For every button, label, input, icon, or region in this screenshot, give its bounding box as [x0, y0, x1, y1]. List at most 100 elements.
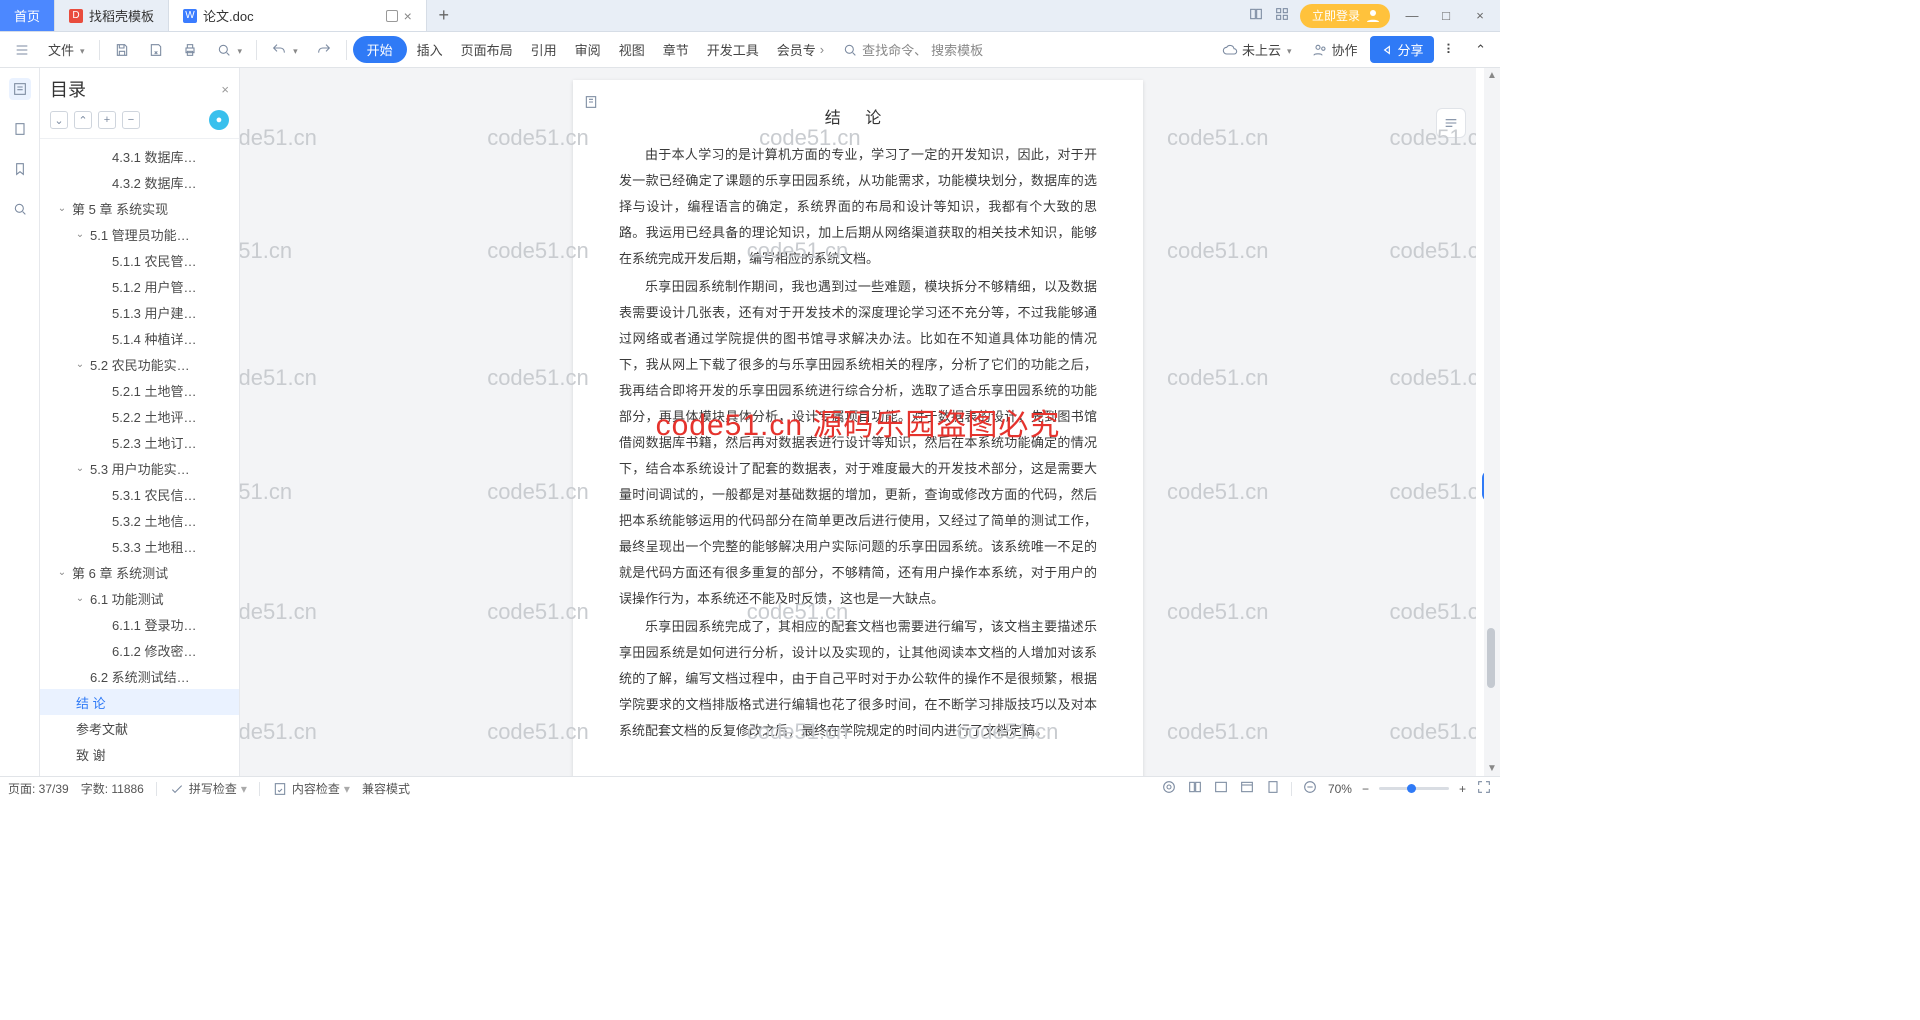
cloud-sync-button[interactable]: 未上云	[1214, 36, 1300, 63]
outline-item[interactable]: ⌄6.1 功能测试	[40, 585, 239, 611]
outline-item[interactable]: 5.2.1 土地管…	[40, 377, 239, 403]
outline-item[interactable]: 6.2 系统测试结…	[40, 663, 239, 689]
rail-outline-icon[interactable]	[9, 78, 31, 100]
outline-item[interactable]: 5.2.3 土地订…	[40, 429, 239, 455]
view-focus-icon[interactable]	[1161, 779, 1177, 798]
new-tab-button[interactable]: +	[427, 0, 461, 31]
floating-toolbox-button[interactable]	[1436, 108, 1466, 138]
outline-item[interactable]: 5.1.1 农民管…	[40, 247, 239, 273]
outline-item[interactable]: 5.1.2 用户管…	[40, 273, 239, 299]
tab-review[interactable]: 审阅	[567, 36, 609, 63]
tab-home[interactable]: 首页	[0, 0, 55, 31]
status-page[interactable]: 页面: 37/39	[8, 780, 69, 797]
tab-template[interactable]: D 找稻壳模板	[55, 0, 169, 31]
share-button[interactable]: 分享	[1370, 36, 1434, 63]
outline-item[interactable]: 6.1.1 登录功…	[40, 611, 239, 637]
separator	[1291, 782, 1292, 796]
menu-button[interactable]	[6, 38, 38, 62]
outline-item[interactable]: 4.3.1 数据库…	[40, 143, 239, 169]
outline-item[interactable]: 4.3.2 数据库…	[40, 169, 239, 195]
file-menu[interactable]: 文件	[40, 36, 93, 63]
zoom-slider[interactable]	[1379, 787, 1449, 790]
tab-chapter[interactable]: 章节	[655, 36, 697, 63]
outline-title: 目录	[50, 76, 86, 102]
rail-search-icon[interactable]	[9, 198, 31, 220]
outline-item[interactable]: 5.2.2 土地评…	[40, 403, 239, 429]
print-button[interactable]	[174, 38, 206, 62]
content-check-button[interactable]: 内容检查▾	[272, 780, 350, 797]
window-split-icon[interactable]	[386, 10, 398, 22]
search-commands[interactable]: 查找命令、搜索模板	[834, 36, 991, 63]
document-body: 由于本人学习的是计算机方面的专业，学习了一定的开发知识，因此，对于开发一款已经确…	[619, 142, 1097, 744]
outline-item[interactable]: ⌄5.2 农民功能实…	[40, 351, 239, 377]
outline-item[interactable]: 5.1.4 种植详…	[40, 325, 239, 351]
document-page: 结 论 由于本人学习的是计算机方面的专业，学习了一定的开发知识，因此，对于开发一…	[573, 80, 1143, 776]
tab-close-icon[interactable]: ×	[404, 8, 412, 24]
outline-item[interactable]: 5.3.1 农民信…	[40, 481, 239, 507]
close-outline-button[interactable]: ×	[221, 82, 229, 97]
outline-item[interactable]: ⌄5.1 管理员功能…	[40, 221, 239, 247]
save-as-button[interactable]	[140, 38, 172, 62]
tab-start[interactable]: 开始	[353, 36, 407, 63]
tab-vip[interactable]: 会员专›	[769, 36, 832, 63]
separator	[99, 40, 100, 60]
fit-width-icon[interactable]	[1302, 779, 1318, 798]
close-window-button[interactable]: ×	[1468, 4, 1492, 28]
view-outline-icon[interactable]	[1265, 779, 1281, 798]
tab-dev-tools[interactable]: 开发工具	[699, 36, 767, 63]
collapse-ribbon-button[interactable]: ⌃	[1467, 38, 1494, 62]
tab-home-label: 首页	[14, 6, 40, 25]
collaborate-button[interactable]: 协作	[1304, 36, 1366, 63]
tab-insert[interactable]: 插入	[409, 36, 451, 63]
outline-item[interactable]: 5.3.3 土地租…	[40, 533, 239, 559]
outline-item[interactable]: 5.1.3 用户建…	[40, 299, 239, 325]
document-canvas[interactable]: 结 论 由于本人学习的是计算机方面的专业，学习了一定的开发知识，因此，对于开发一…	[240, 68, 1476, 776]
collapse-all-button[interactable]: ⌄	[50, 111, 68, 129]
outline-assistant-button[interactable]: ●	[209, 110, 229, 130]
tab-view[interactable]: 视图	[611, 36, 653, 63]
rail-page-icon[interactable]	[9, 118, 31, 140]
apps-icon[interactable]	[1274, 6, 1290, 25]
outline-item[interactable]: 5.3.2 土地信…	[40, 507, 239, 533]
scroll-down-button[interactable]: ▼	[1484, 763, 1500, 774]
expand-all-button[interactable]: ⌃	[74, 111, 92, 129]
login-button[interactable]: 立即登录	[1300, 4, 1390, 28]
view-web-icon[interactable]	[1239, 779, 1255, 798]
outline-item[interactable]: ⌄5.3 用户功能实…	[40, 455, 239, 481]
vertical-scrollbar[interactable]: ▲ ▼	[1484, 68, 1500, 776]
outline-item[interactable]: 6.1.2 修改密…	[40, 637, 239, 663]
page-indicator-icon	[583, 94, 603, 114]
maximize-button[interactable]: □	[1434, 4, 1458, 28]
view-read-icon[interactable]	[1187, 779, 1203, 798]
zoom-in-button[interactable]: +	[1459, 782, 1466, 796]
tab-document-label: 论文.doc	[203, 6, 254, 25]
outline-item[interactable]: ⌄第 6 章 系统测试	[40, 559, 239, 585]
level-down-button[interactable]: −	[122, 111, 140, 129]
undo-button[interactable]	[263, 38, 306, 62]
redo-button[interactable]	[308, 38, 340, 62]
scrollbar-thumb[interactable]	[1487, 628, 1495, 688]
tab-document[interactable]: W 论文.doc ×	[169, 0, 427, 31]
outline-tree[interactable]: 4.3.1 数据库…4.3.2 数据库…⌄第 5 章 系统实现⌄5.1 管理员功…	[40, 139, 239, 776]
tab-template-label: 找稻壳模板	[89, 6, 154, 25]
outline-item[interactable]: 结 论	[40, 689, 239, 715]
zoom-out-button[interactable]: −	[1362, 782, 1369, 796]
rail-bookmark-icon[interactable]	[9, 158, 31, 180]
tab-page-layout[interactable]: 页面布局	[453, 36, 521, 63]
status-word-count[interactable]: 字数: 11886	[81, 780, 144, 797]
more-button[interactable]: ⠇	[1438, 38, 1464, 62]
fullscreen-button[interactable]	[1476, 779, 1492, 798]
minimize-button[interactable]: ―	[1400, 4, 1424, 28]
layout-mode-icon[interactable]	[1248, 6, 1264, 25]
zoom-value[interactable]: 70%	[1328, 782, 1352, 796]
outline-item[interactable]: 参考文献	[40, 715, 239, 741]
view-page-icon[interactable]	[1213, 779, 1229, 798]
spell-check-button[interactable]: 拼写检查▾	[169, 780, 247, 797]
scroll-up-button[interactable]: ▲	[1484, 70, 1500, 81]
level-up-button[interactable]: +	[98, 111, 116, 129]
preview-button[interactable]	[208, 38, 251, 62]
tab-reference[interactable]: 引用	[523, 36, 565, 63]
save-button[interactable]	[106, 38, 138, 62]
outline-item[interactable]: ⌄第 5 章 系统实现	[40, 195, 239, 221]
outline-item[interactable]: 致 谢	[40, 741, 239, 767]
